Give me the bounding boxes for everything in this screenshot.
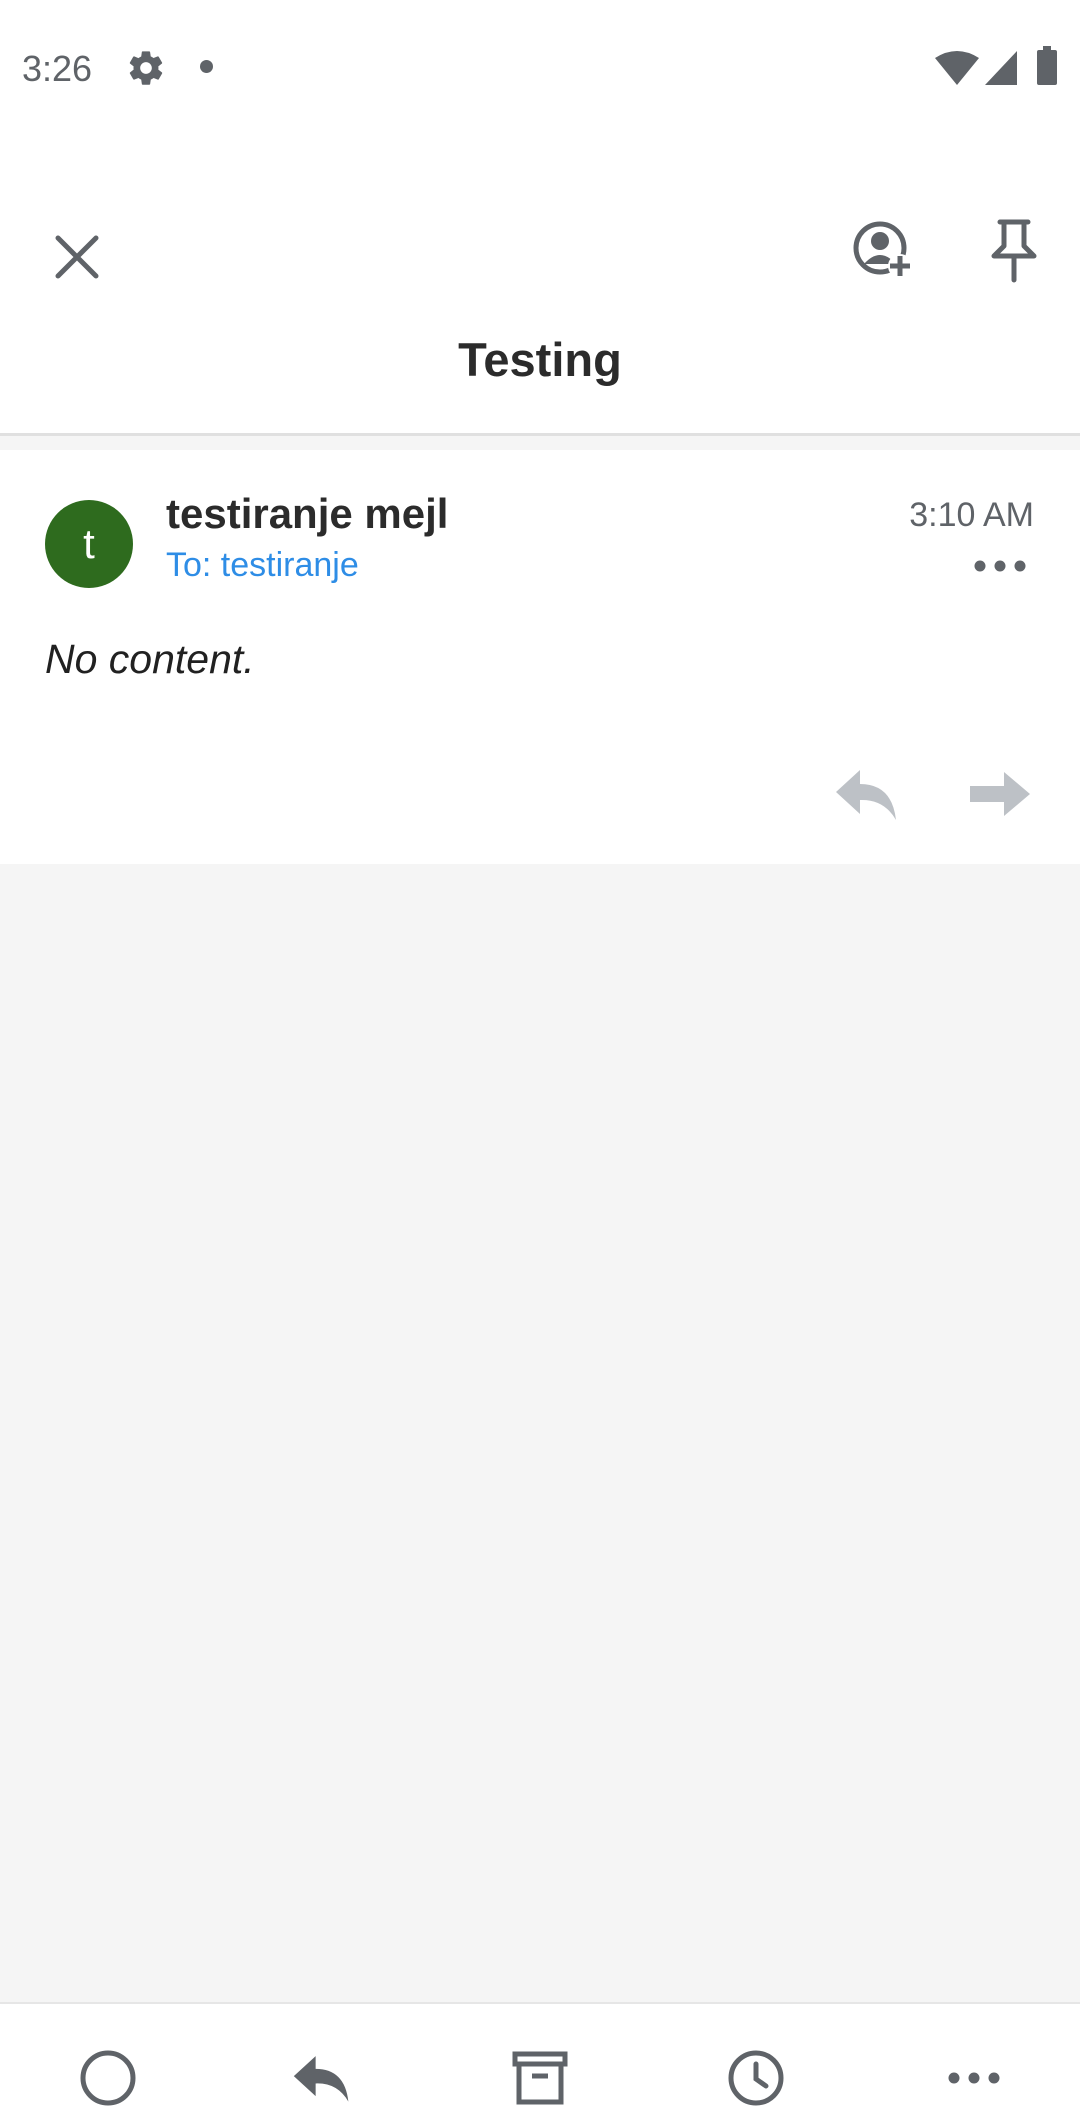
more-icon: [974, 560, 1026, 572]
message-body: No content.: [45, 636, 255, 682]
message-more-button[interactable]: [970, 554, 1030, 578]
close-button[interactable]: [44, 224, 110, 290]
add-contact-button[interactable]: [850, 216, 918, 284]
forward-button[interactable]: [968, 768, 1032, 820]
pin-icon: [991, 219, 1037, 283]
email-thread-screen: 3:26 Testing t testiranje mejl To: testi…: [0, 0, 1080, 2112]
mark-read-button[interactable]: [78, 2048, 138, 2108]
pin-button[interactable]: [984, 216, 1044, 284]
thread-title: Testing: [458, 333, 622, 386]
more-icon: [948, 2072, 1000, 2084]
battery-icon: [1036, 46, 1058, 86]
close-icon: [55, 235, 99, 279]
message-card[interactable]: t testiranje mejl To: testiranje 3:10 AM…: [0, 450, 1080, 864]
message-time: 3:10 AM: [909, 496, 1034, 534]
archive-button[interactable]: [510, 2048, 570, 2108]
reply-button[interactable]: [834, 766, 900, 822]
circle-icon: [80, 2050, 136, 2106]
snooze-button[interactable]: [726, 2048, 786, 2108]
forward-icon: [970, 772, 1030, 816]
gear-icon: [126, 48, 166, 88]
wifi-icon: [934, 50, 980, 86]
notification-dot-icon: [200, 60, 213, 73]
status-bar: 3:26: [0, 0, 1080, 132]
reply-icon: [836, 770, 896, 820]
recipient-link[interactable]: To: testiranje: [166, 546, 359, 585]
reply-icon: [293, 2056, 349, 2102]
top-app-bar: Testing: [0, 132, 1080, 436]
avatar: t: [45, 500, 133, 588]
bottom-more-button[interactable]: [944, 2048, 1004, 2108]
bottom-action-bar: [0, 2002, 1080, 2112]
status-time: 3:26: [22, 48, 93, 89]
sender-name: testiranje mejl: [166, 490, 449, 537]
reply-all-button[interactable]: [292, 2048, 352, 2108]
add-contact-icon: [853, 221, 912, 278]
signal-icon: [984, 50, 1018, 86]
clock-icon: [728, 2050, 784, 2106]
archive-icon: [512, 2051, 568, 2105]
